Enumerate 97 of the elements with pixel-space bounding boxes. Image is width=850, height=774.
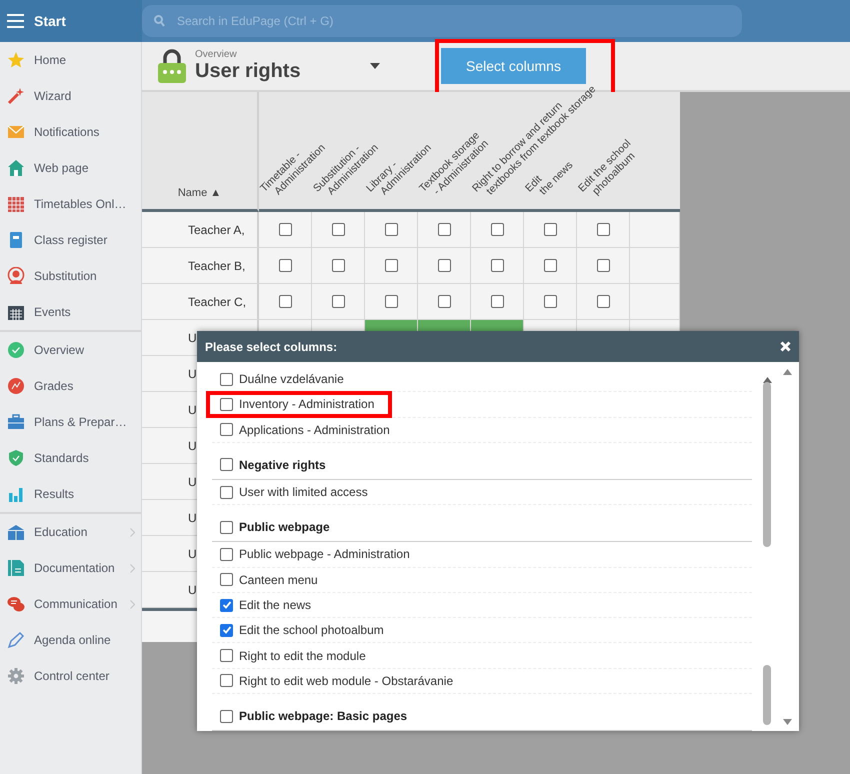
book-icon	[7, 523, 25, 541]
checkbox[interactable]	[438, 259, 450, 272]
gear-icon	[7, 667, 25, 685]
column-option[interactable]: Duálne vzdelávanie	[212, 367, 752, 392]
checkbox[interactable]	[438, 295, 450, 308]
sidebar-item[interactable]: Web page	[0, 150, 141, 186]
sidebar-item[interactable]: Agenda online	[0, 622, 141, 658]
checkbox[interactable]	[220, 398, 233, 411]
envelope-icon	[7, 123, 25, 141]
sidebar-item[interactable]: Overview	[0, 332, 141, 368]
chat-bubbles-icon	[7, 595, 25, 613]
checkbox[interactable]	[220, 674, 233, 688]
notebook-icon	[7, 231, 25, 249]
calendar-icon	[7, 303, 25, 321]
sidebar-item[interactable]: Education	[0, 514, 141, 550]
sidebar-item[interactable]: Timetables Onl…	[0, 186, 141, 222]
magic-wand-icon	[7, 87, 25, 105]
checkbox[interactable]	[596, 259, 610, 272]
checkbox[interactable]	[220, 573, 233, 586]
checkbox[interactable]	[438, 223, 450, 236]
group-option[interactable]: Public webpage: Basic pages	[212, 702, 752, 732]
sidebar-item[interactable]: Communication	[0, 586, 141, 622]
checkbox[interactable]	[596, 223, 610, 236]
bar-chart-icon	[7, 485, 25, 503]
column-option[interactable]: Canteen menu	[212, 568, 752, 593]
sidebar-item[interactable]: Control center	[0, 658, 141, 694]
checkbox[interactable]	[220, 520, 233, 534]
star-icon	[7, 51, 25, 69]
checkbox[interactable]	[220, 458, 233, 472]
checkbox[interactable]	[384, 295, 398, 308]
checkbox[interactable]	[220, 372, 233, 386]
sidebar-item[interactable]: Events	[0, 294, 141, 330]
shield-icon	[7, 449, 25, 467]
checkbox[interactable]	[220, 486, 233, 499]
breadcrumb: Overview	[195, 49, 238, 60]
house-icon	[7, 159, 25, 177]
sidebar-item[interactable]: Wizard	[0, 78, 141, 114]
person-icon	[7, 267, 25, 285]
start-label[interactable]: Start	[34, 13, 66, 29]
checkbox[interactable]	[384, 223, 398, 236]
checkbox[interactable]	[544, 295, 556, 308]
chart-circle-icon	[7, 377, 25, 395]
checkbox[interactable]	[332, 223, 344, 236]
sidebar-item[interactable]: Grades	[0, 368, 141, 404]
column-option[interactable]: Applications - Administration	[212, 418, 752, 443]
checkbox[interactable]	[220, 598, 233, 612]
group-option[interactable]: Negative rights	[212, 450, 752, 480]
column-option[interactable]: Edit the news	[212, 592, 752, 618]
document-icon	[7, 559, 25, 577]
column-option[interactable]: User with limited access	[212, 480, 752, 506]
checkbox[interactable]	[278, 223, 292, 236]
checkbox[interactable]	[490, 295, 504, 308]
column-option[interactable]: Edit the school photoalbum	[212, 618, 752, 644]
checkbox[interactable]	[544, 259, 556, 272]
checkbox[interactable]	[384, 259, 398, 272]
page-title: User rights	[195, 60, 302, 83]
scroll-up-icon[interactable]	[782, 369, 792, 375]
checkbox[interactable]	[278, 259, 292, 272]
sidebar-item[interactable]: Standards	[0, 440, 141, 476]
scrollbar-thumb[interactable]	[763, 665, 771, 725]
checkbox[interactable]	[220, 624, 233, 637]
checkbox[interactable]	[490, 223, 504, 236]
column-option[interactable]: Public webpage - Administration	[212, 542, 752, 568]
menu-icon[interactable]	[7, 14, 24, 28]
search-field[interactable]: Search in EduPage (Ctrl + G)	[142, 5, 742, 37]
checkbox[interactable]	[220, 548, 233, 561]
sidebar-item[interactable]: Notifications	[0, 114, 141, 150]
checkbox[interactable]	[544, 223, 556, 236]
search-icon	[154, 15, 165, 27]
sidebar-item[interactable]: Substitution	[0, 258, 141, 294]
checkbox[interactable]	[596, 295, 610, 308]
briefcase-icon	[7, 413, 25, 431]
sidebar-item[interactable]: Documentation	[0, 550, 141, 586]
column-option[interactable]: Inventory - Administration	[212, 392, 752, 418]
sidebar-item[interactable]: Class register	[0, 222, 141, 258]
checkbox[interactable]	[278, 295, 292, 308]
checkbox[interactable]	[220, 649, 233, 662]
dropdown-caret-icon[interactable]	[370, 63, 380, 69]
column-option[interactable]: Right to edit web module - Obstarávanie	[212, 668, 752, 694]
calendar-grid-icon	[7, 195, 25, 213]
sidebar-item[interactable]: Results	[0, 476, 141, 512]
scroll-down-icon[interactable]	[782, 719, 792, 725]
scrollbar-thumb[interactable]	[763, 382, 771, 546]
sidebar-item[interactable]: Plans & Prepar…	[0, 404, 141, 440]
sidebar-item[interactable]: Home	[0, 42, 141, 78]
checkbox[interactable]	[332, 259, 344, 272]
checkbox[interactable]	[332, 295, 344, 308]
checkbox[interactable]	[490, 259, 504, 272]
checkbox[interactable]	[220, 423, 233, 436]
check-circle-icon	[7, 341, 25, 359]
checkbox[interactable]	[220, 710, 233, 722]
padlock-icon	[157, 49, 187, 83]
column-option[interactable]: Right to edit the module	[212, 643, 752, 669]
pen-icon	[7, 631, 25, 649]
close-button[interactable]	[780, 341, 791, 352]
group-option[interactable]: Public webpage	[212, 513, 752, 542]
column-header[interactable]: Name ▲	[178, 187, 222, 199]
